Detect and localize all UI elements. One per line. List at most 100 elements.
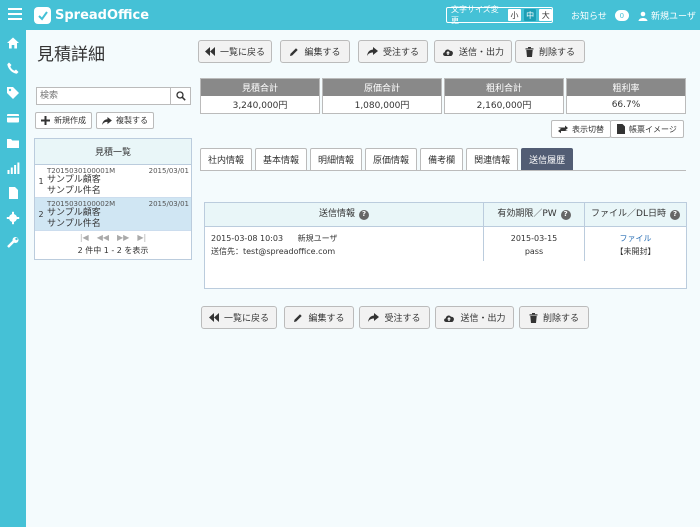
tab-basic-info[interactable]: 基本情報 <box>255 148 308 170</box>
last-page-icon[interactable]: ▶| <box>137 233 146 242</box>
display-switch-label: 表示切替 <box>572 124 604 134</box>
file-link[interactable]: ファイル <box>585 232 686 245</box>
card-icon[interactable] <box>6 111 20 125</box>
edit-label: 編集する <box>304 48 341 58</box>
delete-label: 削除する <box>538 48 575 58</box>
send-user: 新規ユーザ <box>297 234 338 243</box>
notice-link[interactable]: お知らせ 0 <box>571 9 629 22</box>
list-item-number: 2 <box>38 209 44 219</box>
send-output-label: 送信・出力 <box>458 48 504 58</box>
user-menu[interactable]: 新規ユーザ <box>638 9 696 22</box>
summary-label: 粗利合計 <box>445 79 563 96</box>
column-header-label: 有効期限／PW <box>497 209 557 219</box>
list-item[interactable]: 2 T2015030100002M 2015/03/01 サンプル顧客 サンプル… <box>35 198 191 231</box>
back-to-list-button[interactable]: 一覧に戻る <box>198 40 272 63</box>
back-to-list-button-bottom[interactable]: 一覧に戻る <box>201 306 277 329</box>
display-switch-button[interactable]: 表示切替 <box>551 120 611 138</box>
list-item-date: 2015/03/01 <box>148 167 189 175</box>
delete-button[interactable]: 削除する <box>515 40 585 63</box>
summary-value: 66.7% <box>611 99 641 110</box>
list-item-customer: サンプル顧客 <box>47 175 101 185</box>
pencil-icon <box>290 47 299 56</box>
summary-label: 見積合計 <box>201 79 319 96</box>
cloud-upload-icon <box>443 49 453 56</box>
summary-cell: 粗利合計 2,160,000円 <box>444 78 564 114</box>
share-arrow-icon <box>366 47 378 56</box>
document-icon[interactable] <box>6 186 20 200</box>
summary-cell: 粗利率 66.7% <box>566 78 686 114</box>
column-header-expiry: 有効期限／PW ? <box>484 203 585 226</box>
brand-logo[interactable]: SpreadOffice <box>34 6 149 24</box>
send-output-button[interactable]: 送信・出力 <box>434 40 512 63</box>
cloud-upload-icon <box>444 315 455 322</box>
download-status: 【未開封】 <box>615 247 656 256</box>
form-image-label: 帳票イメージ <box>629 124 677 134</box>
list-item-customer: サンプル顧客 <box>47 208 101 218</box>
list-item[interactable]: 1 T2015030100001M 2015/03/01 サンプル顧客 サンプル… <box>35 165 191 198</box>
delete-label: 削除する <box>542 314 579 324</box>
first-page-icon[interactable]: |◀ <box>80 233 89 242</box>
summary-label: 粗利率 <box>567 79 685 96</box>
search-icon <box>175 91 186 101</box>
help-icon[interactable]: ? <box>359 209 369 220</box>
form-image-button[interactable]: 帳票イメージ <box>610 120 684 138</box>
user-name: 新規ユーザ <box>651 12 696 22</box>
edit-button[interactable]: 編集する <box>280 40 350 63</box>
summary-cell: 原価合計 1,080,000円 <box>322 78 442 114</box>
font-size-label: 文字サイズ変更 <box>451 5 499 25</box>
order-button-bottom[interactable]: 受注する <box>359 306 430 329</box>
tag-icon[interactable] <box>6 86 20 100</box>
send-output-button-bottom[interactable]: 送信・出力 <box>435 306 514 329</box>
menu-icon[interactable] <box>8 8 22 22</box>
tab-notes[interactable]: 備考欄 <box>420 148 464 170</box>
create-new-button[interactable]: 新規作成 <box>35 112 92 129</box>
wrench-icon[interactable] <box>6 236 20 250</box>
copy-button[interactable]: 複製する <box>96 112 154 129</box>
phone-icon[interactable] <box>6 61 20 75</box>
font-size-small-button[interactable]: 小 <box>508 9 521 21</box>
order-label: 受注する <box>382 48 419 58</box>
send-history-table: 送信情報 ? 有効期限／PW ? ファイル／DL日時 ? 2015-03-08 … <box>204 202 687 289</box>
send-destination: 送信先：test@spreadoffice.com <box>211 247 336 256</box>
summary-label: 原価合計 <box>323 79 441 96</box>
gear-icon[interactable] <box>6 211 20 225</box>
list-item-code: T2015030100002M <box>47 200 116 208</box>
send-output-label: 送信・出力 <box>460 314 506 324</box>
help-icon[interactable]: ? <box>669 209 680 220</box>
help-icon[interactable]: ? <box>560 209 571 220</box>
plus-icon <box>41 116 50 125</box>
font-size-medium-button[interactable]: 中 <box>523 9 537 21</box>
pencil-icon <box>294 313 303 322</box>
tab-line-items[interactable]: 明細情報 <box>310 148 363 170</box>
chart-icon[interactable] <box>6 161 20 175</box>
order-button[interactable]: 受注する <box>358 40 428 63</box>
user-icon <box>638 11 648 21</box>
search-button[interactable] <box>170 88 190 104</box>
back-label: 一覧に戻る <box>223 314 269 324</box>
home-icon[interactable] <box>6 36 20 50</box>
back-label: 一覧に戻る <box>219 48 265 58</box>
tab-internal-info[interactable]: 社内情報 <box>200 148 253 170</box>
font-size-large-button[interactable]: 大 <box>539 9 553 21</box>
edit-button-bottom[interactable]: 編集する <box>284 306 354 329</box>
tab-cost-info[interactable]: 原価情報 <box>365 148 418 170</box>
brand-name: SpreadOffice <box>55 7 150 23</box>
list-item-subject: サンプル件名 <box>47 219 101 229</box>
search-input[interactable] <box>37 88 170 104</box>
swap-arrows-icon <box>558 125 568 133</box>
delete-button-bottom[interactable]: 削除する <box>519 306 589 329</box>
folder-icon[interactable] <box>6 136 20 150</box>
summary-cell: 見積合計 3,240,000円 <box>200 78 320 114</box>
prev-page-icon[interactable]: ◀◀ <box>97 233 109 242</box>
expiry-date: 2015-03-15 <box>510 234 558 243</box>
tab-related-info[interactable]: 関連情報 <box>466 148 519 170</box>
tab-send-history[interactable]: 送信履歴 <box>521 148 574 170</box>
summary-table: 見積合計 3,240,000円 原価合計 1,080,000円 粗利合計 2,1… <box>200 78 686 114</box>
main-content: 見積詳細 一覧に戻る 編集する 受注する 送信・出力 削除する 新規作成 複製す… <box>26 30 700 527</box>
document-icon <box>617 124 625 134</box>
edit-label: 編集する <box>308 314 345 324</box>
notice-count-badge: 0 <box>614 10 629 21</box>
next-page-icon[interactable]: ▶▶ <box>117 233 129 242</box>
password: pass <box>524 247 544 256</box>
summary-value: 3,240,000円 <box>232 101 288 111</box>
